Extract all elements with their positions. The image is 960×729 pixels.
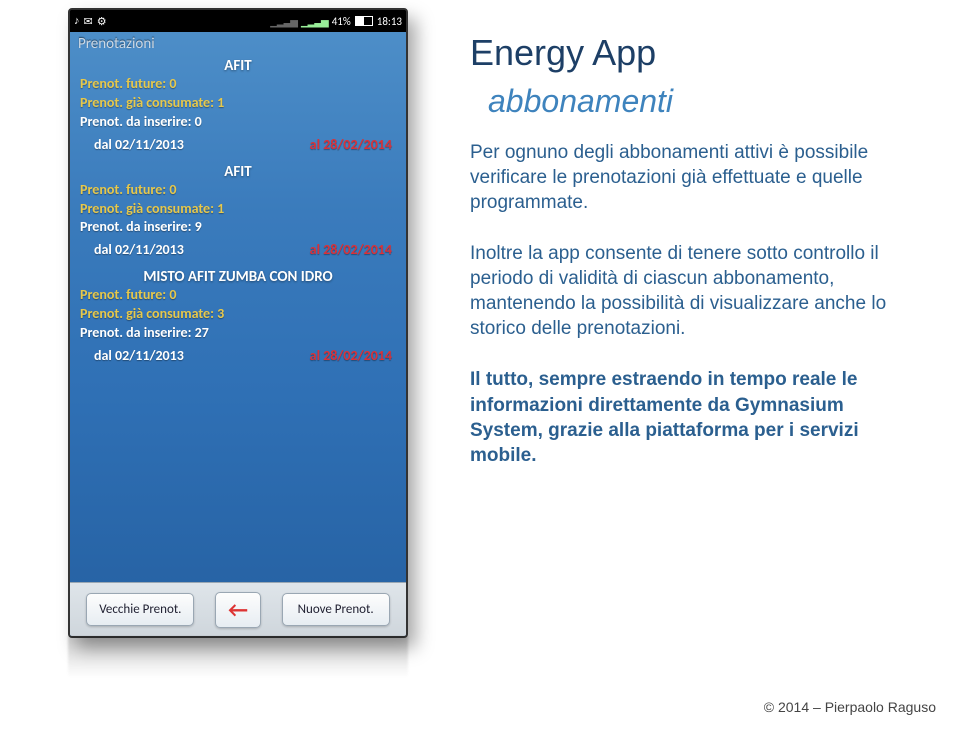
footer-credit: © 2014 – Pierpaolo Raguso	[764, 699, 936, 715]
arrow-left-icon: ←	[228, 596, 248, 623]
subscription-group: MISTO AFIT ZUMBA CON IDRO Prenot. future…	[70, 268, 406, 364]
notification-icon: ♪	[74, 15, 80, 27]
slide-title: Energy App	[470, 34, 900, 73]
slide-text-block: Energy App abbonamenti Per ognuno degli …	[470, 34, 900, 494]
slide-subtitle: abbonamenti	[488, 83, 900, 120]
signal-icon: ▁▂▃▅	[270, 15, 297, 28]
battery-icon	[355, 16, 373, 26]
subscription-group: AFIT Prenot. future: 0 Prenot. già consu…	[70, 57, 406, 153]
stat-toinsert: Prenot. da inserire: 9	[70, 218, 406, 237]
paragraph: Il tutto, sempre estraendo in tempo real…	[470, 367, 900, 467]
stat-toinsert: Prenot. da inserire: 0	[70, 113, 406, 132]
clock: 18:13	[377, 15, 402, 28]
stat-future: Prenot. future: 0	[70, 286, 406, 305]
signal-icon: ▁▂▃▅	[301, 15, 328, 28]
stat-consumed: Prenot. già consumate: 3	[70, 305, 406, 324]
battery-percent: 41%	[332, 15, 351, 28]
stat-consumed: Prenot. già consumate: 1	[70, 94, 406, 113]
stat-consumed: Prenot. già consumate: 1	[70, 200, 406, 219]
stat-future: Prenot. future: 0	[70, 75, 406, 94]
stat-future: Prenot. future: 0	[70, 181, 406, 200]
validity-dates: dal 02/11/2013 al 28/02/2014	[70, 237, 406, 258]
notification-icon: ⚙	[97, 15, 107, 28]
app-screen: Prenotazioni AFIT Prenot. future: 0 Pren…	[70, 32, 406, 636]
paragraph: Per ognuno degli abbonamenti attivi è po…	[470, 140, 900, 215]
bottom-toolbar: Vecchie Prenot. ← Nuove Prenot.	[70, 582, 406, 636]
back-button[interactable]: ←	[215, 592, 261, 628]
phone-reflection	[68, 636, 408, 678]
paragraph: Inoltre la app consente di tenere sotto …	[470, 241, 900, 341]
group-title: MISTO AFIT ZUMBA CON IDRO	[70, 268, 406, 286]
android-status-bar: ♪ ✉ ⚙ ▁▂▃▅ ▁▂▃▅ 41% 18:13	[70, 10, 406, 32]
validity-dates: dal 02/11/2013 al 28/02/2014	[70, 343, 406, 364]
bookings-list[interactable]: AFIT Prenot. future: 0 Prenot. già consu…	[70, 53, 406, 583]
notification-icon: ✉	[84, 15, 93, 28]
group-title: AFIT	[70, 163, 406, 181]
screen-title: Prenotazioni	[70, 32, 406, 53]
phone-frame: ♪ ✉ ⚙ ▁▂▃▅ ▁▂▃▅ 41% 18:13 Prenotazioni A…	[68, 8, 408, 638]
stat-toinsert: Prenot. da inserire: 27	[70, 324, 406, 343]
validity-dates: dal 02/11/2013 al 28/02/2014	[70, 132, 406, 153]
old-bookings-button[interactable]: Vecchie Prenot.	[86, 593, 194, 626]
subscription-group: AFIT Prenot. future: 0 Prenot. già consu…	[70, 163, 406, 259]
group-title: AFIT	[70, 57, 406, 75]
new-bookings-button[interactable]: Nuove Prenot.	[282, 593, 390, 626]
